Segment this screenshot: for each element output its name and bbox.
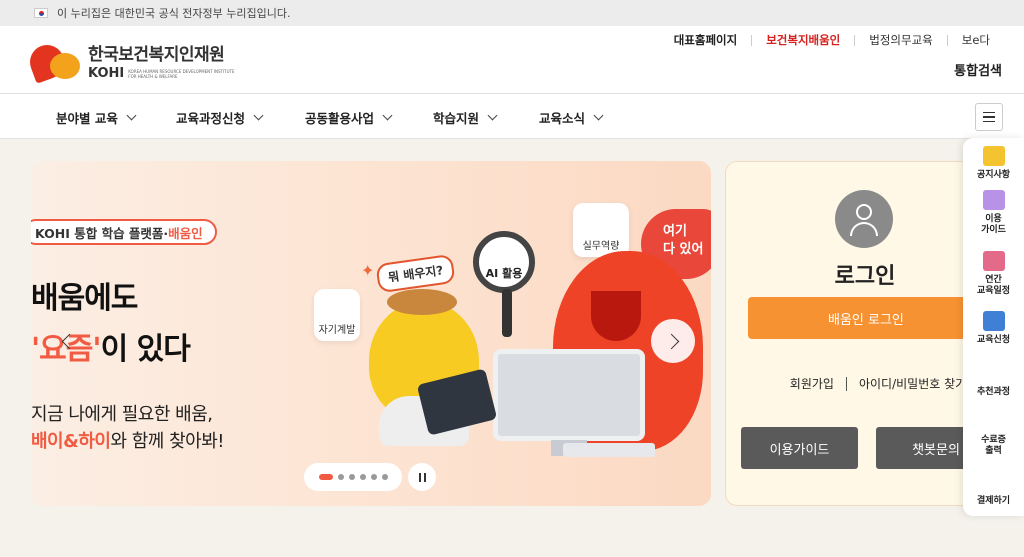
main-nav: 분야별 교육 교육과정신청 공동활용사업 학습지원 교육소식 (0, 93, 1024, 139)
nav-item-label: 공동활용사업 (305, 111, 375, 126)
quick-item-recommended[interactable]: 추천과정 (963, 387, 1024, 398)
top-link-baeumin[interactable]: 보건복지배움인 (766, 32, 840, 48)
quick-item-label: 공지사항 (976, 170, 1011, 180)
slide-dot-5[interactable] (370, 474, 377, 480)
quick-item-guide[interactable]: 이용 가이드 (963, 190, 1024, 236)
quick-item-apply[interactable]: 교육신청 (963, 311, 1024, 346)
quick-item-label: 교육신청 (976, 335, 1011, 345)
logo-name-ko: 한국보건복지인재원 (88, 45, 225, 65)
slide-dot-6[interactable] (381, 474, 388, 480)
speech2-line-2: 다 있어 (663, 242, 704, 257)
nav-item-label: 교육과정신청 (176, 111, 246, 126)
sparkle-icon: ✦ (361, 261, 375, 280)
magnifier-label: AI 활용 (485, 267, 523, 280)
baeumin-login-button[interactable]: 배움인 로그인 (748, 297, 984, 339)
quick-item-notice[interactable]: 공지사항 (963, 146, 1024, 181)
quick-item-certificate[interactable]: 수료증 출력 (963, 435, 1024, 457)
banner-desc-highlight-1: 배이 (31, 431, 64, 452)
job-skill-bubble: 실무역량 (573, 203, 629, 257)
what-to-learn-speech: 뭐 배우지? (375, 253, 456, 294)
nav-item-label: 교육소식 (539, 111, 586, 126)
logo-mark-icon (25, 39, 82, 84)
quick-menu: 공지사항 이용 가이드 연간 교육일정 교육신청 추천과정 수료증 출력 결제하… (963, 138, 1024, 516)
nav-item-education-news[interactable]: 교육소식 (539, 108, 604, 127)
logo-name-en: KOHI (88, 66, 125, 81)
pause-slide-button[interactable] (408, 463, 436, 491)
account-links: 회원가입 아이디/비밀번호 찾기 (726, 375, 984, 392)
quick-item-label: 결제하기 (976, 496, 1011, 506)
gov-banner-text: 이 누리집은 대한민국 공식 전자정부 누리집입니다. (57, 7, 291, 20)
chevron-down-icon (593, 110, 604, 121)
login-title: 로그인 (834, 264, 896, 289)
quick-item-label: 추천과정 (976, 387, 1011, 397)
nav-item-course-application[interactable]: 교육과정신청 (176, 108, 264, 127)
quick-item-label: 연간 교육일정 (976, 275, 1011, 296)
nav-item-label: 학습지원 (433, 111, 480, 126)
quick-item-payment[interactable]: 결제하기 (963, 496, 1024, 507)
top-link-mandatory-education[interactable]: 법정의무교육 (869, 32, 932, 48)
slide-dot-4[interactable] (359, 474, 366, 480)
signup-link[interactable]: 회원가입 (790, 375, 834, 392)
slide-dot-2[interactable] (337, 474, 344, 480)
banner-tag-highlight: 배움인 (168, 225, 203, 241)
gov-banner: 이 누리집은 대한민국 공식 전자정부 누리집입니다. (0, 0, 1024, 26)
keyboard-illustration (563, 443, 655, 457)
slide-indicator (304, 463, 402, 491)
banner-headline-1: 배움에도 (31, 281, 138, 316)
main-banner-slide[interactable]: KOHI 통합 학습 플랫폼· 배움인 배움에도 '요즘'이 있다 지금 나에게 … (31, 161, 711, 506)
magnifier-handle (502, 289, 512, 337)
magnifier-icon: AI 활용 (473, 231, 535, 293)
nav-item-label: 분야별 교육 (56, 111, 118, 126)
banner-desc-2: 배이&하이와 함께 찾아봐! (31, 427, 224, 453)
prev-slide-button[interactable] (45, 319, 89, 363)
logo-subtitle: KOREA HUMAN RESOURCE DEVELOPMENT INSTITU… (128, 68, 235, 79)
notice-icon (982, 146, 1005, 166)
top-link-main-homepage[interactable]: 대표홈페이지 (674, 32, 737, 48)
next-slide-button[interactable] (651, 319, 695, 363)
quick-item-label: 이용 가이드 (981, 214, 1006, 235)
self-development-bubble: 자기계발 (314, 289, 360, 341)
monitor-illustration (493, 349, 645, 441)
top-links: 대표홈페이지 보건복지배움인 법정의무교육 보e다 (674, 32, 990, 48)
banner-tag-text: KOHI 통합 학습 플랫폼· (35, 225, 169, 241)
guide-icon (982, 190, 1005, 210)
nav-item-field-education[interactable]: 분야별 교육 (56, 108, 137, 127)
nav-item-joint-project[interactable]: 공동활용사업 (305, 108, 393, 127)
chevron-down-icon (253, 110, 264, 121)
chevron-down-icon (487, 110, 498, 121)
chevron-down-icon (126, 110, 137, 121)
slide-dot-3[interactable] (348, 474, 355, 480)
find-id-password-link[interactable]: 아이디/비밀번호 찾기 (859, 375, 966, 392)
banner-desc-1: 지금 나에게 필요한 배움, (31, 404, 213, 425)
red-mascot-mouth (591, 291, 641, 341)
slide-dot-1[interactable] (318, 474, 333, 480)
nav-item-learning-support[interactable]: 학습지원 (433, 108, 498, 127)
banner-desc-highlight-2: 하이 (78, 431, 111, 452)
banner-tag: KOHI 통합 학습 플랫폼· 배움인 (31, 219, 217, 245)
apply-icon (982, 311, 1005, 331)
login-panel: 로그인 배움인 로그인 회원가입 아이디/비밀번호 찾기 이용가이드 챗봇문의 (725, 161, 985, 506)
bubble-job-label: 실무역량 (582, 241, 620, 252)
divider (845, 376, 847, 391)
header: 한국보건복지인재원 KOHI KOREA HUMAN RESOURCE DEVE… (0, 26, 1024, 93)
logo[interactable]: 한국보건복지인재원 KOHI KOREA HUMAN RESOURCE DEVE… (25, 39, 238, 84)
chevron-left-icon (61, 333, 77, 349)
chevron-down-icon (382, 110, 393, 121)
top-link-boeda[interactable]: 보e다 (962, 32, 990, 48)
chevron-right-icon (663, 333, 679, 349)
usage-guide-button[interactable]: 이용가이드 (741, 427, 858, 469)
user-avatar-icon (835, 190, 893, 248)
hamburger-menu-button[interactable] (975, 103, 1003, 131)
korea-flag-icon (34, 8, 48, 18)
quick-item-label: 수료증 출력 (981, 435, 1006, 456)
banner-headline-rest: 이 있다 (100, 332, 191, 367)
banner-desc-rest: 와 함께 찾아봐! (110, 431, 224, 452)
speech2-line-1: 여기 (663, 224, 687, 239)
quick-item-annual-schedule[interactable]: 연간 교육일정 (963, 251, 1024, 297)
bubble-self-label: 자기계발 (318, 325, 356, 336)
calendar-icon (982, 251, 1005, 271)
integrated-search-link[interactable]: 통합검색 (954, 60, 1002, 79)
banner-desc-amp: & (63, 431, 79, 452)
